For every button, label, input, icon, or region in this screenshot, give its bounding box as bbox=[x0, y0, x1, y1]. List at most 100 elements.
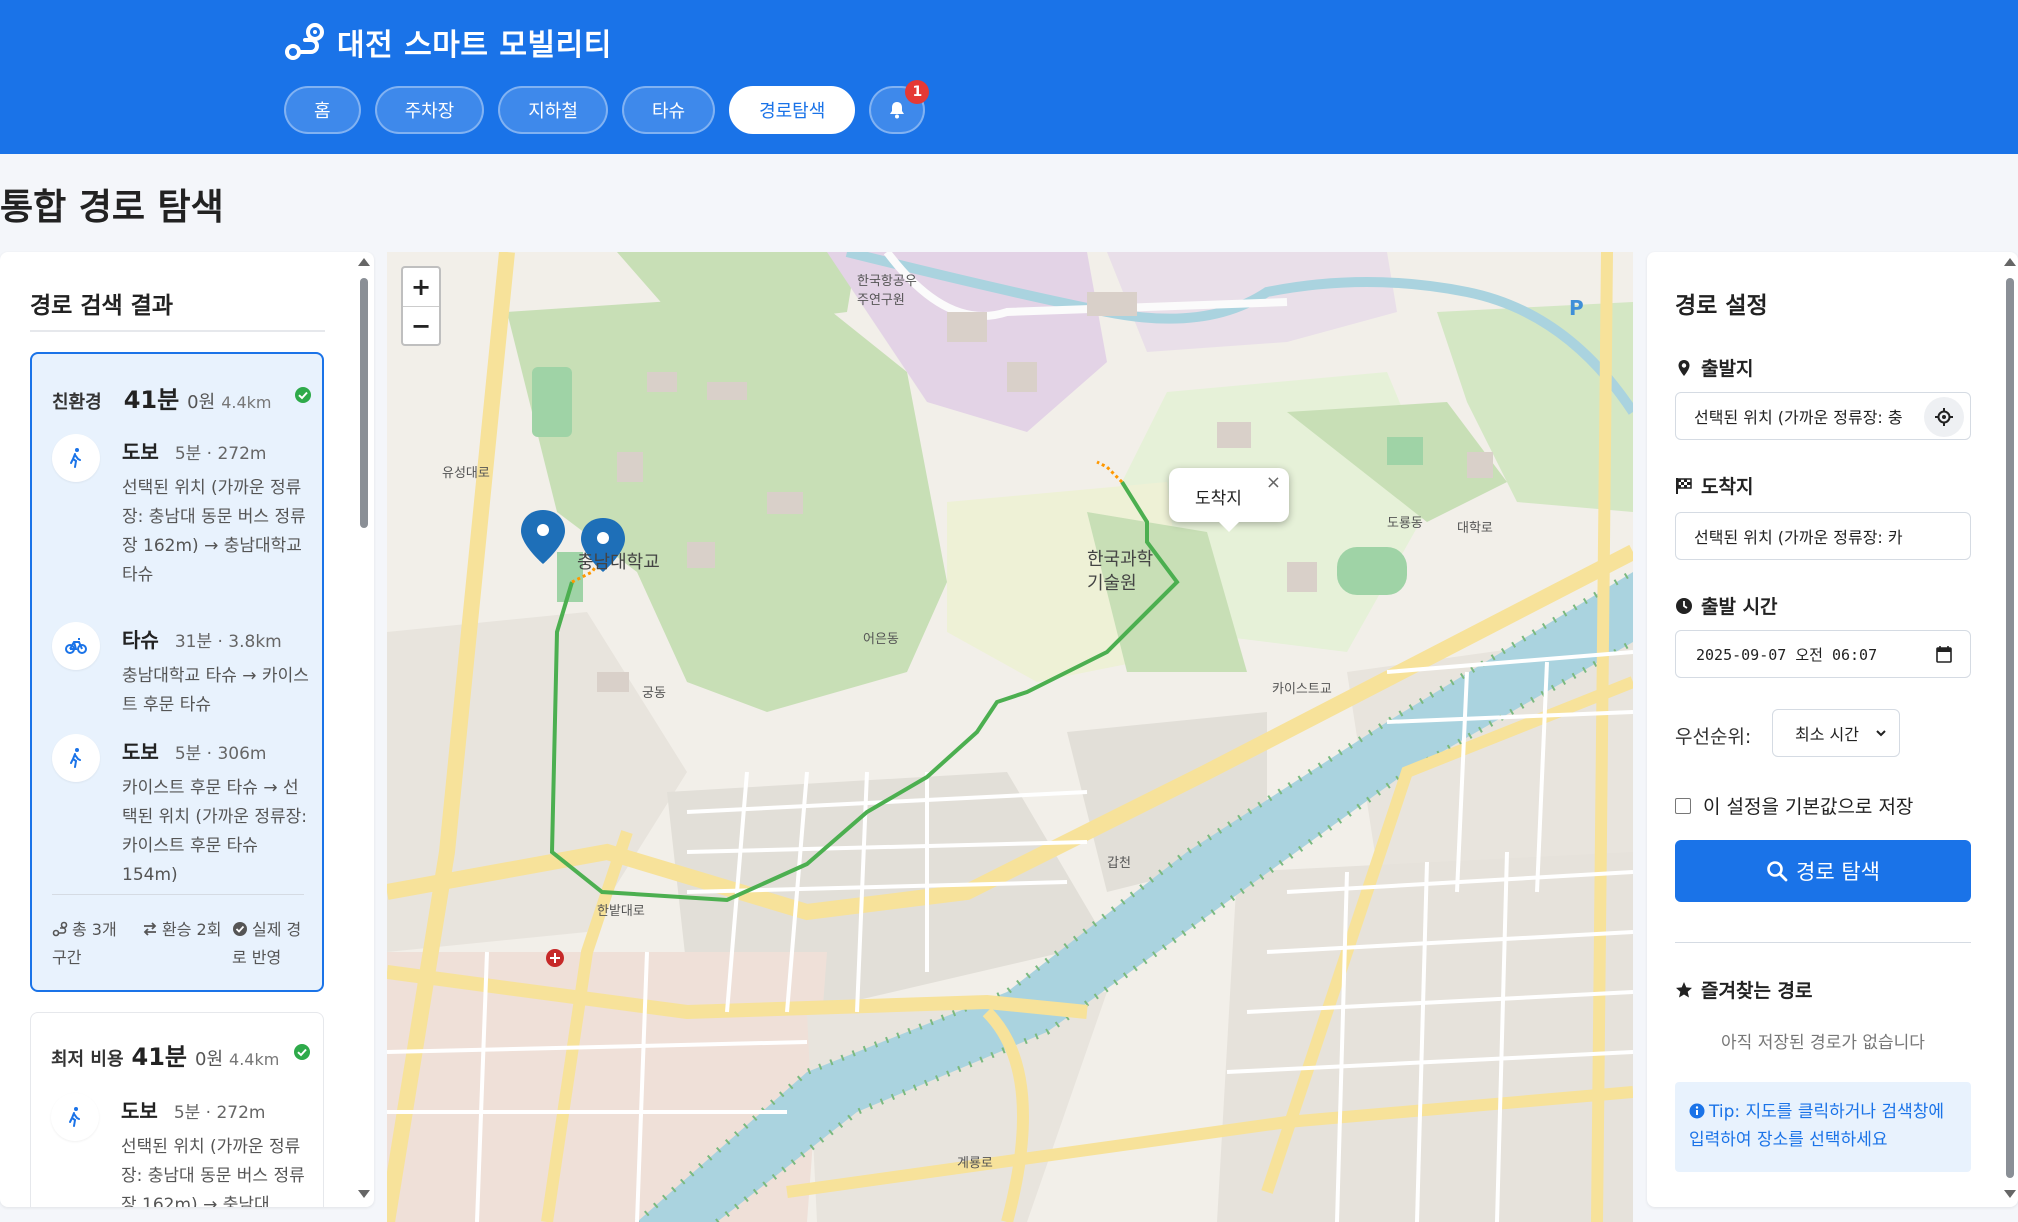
route-summary: 총 3개 구간 환승 2회 실제 경로 반영 bbox=[52, 916, 312, 972]
scroll-down-arrow[interactable] bbox=[358, 1190, 370, 1198]
destination-popup: 도착지 × bbox=[1169, 468, 1289, 532]
segment-count: 총 3개 구간 bbox=[52, 920, 117, 967]
route-cost: 0원 bbox=[195, 1049, 224, 1070]
route-time: 41분 bbox=[131, 1043, 187, 1071]
route-cost: 0원 bbox=[187, 392, 216, 413]
settings-title: 경로 설정 bbox=[1675, 293, 1768, 319]
settings-scrollbar[interactable] bbox=[2004, 258, 2016, 1198]
transfer-icon bbox=[143, 922, 157, 936]
route-segment: 도보 5분 · 272m 선택된 위치 (가까운 정류장: 충남대 동문 버스 … bbox=[51, 1093, 311, 1207]
bike-icon bbox=[52, 622, 100, 670]
brand[interactable]: 대전 스마트 모빌리티 bbox=[283, 20, 612, 64]
nav-home[interactable]: 홈 bbox=[284, 86, 361, 134]
scroll-up-arrow[interactable] bbox=[2004, 258, 2016, 266]
route-distance: 4.4km bbox=[221, 393, 272, 412]
route-segment: 타슈 31분 · 3.8km 충남대학교 타슈 → 카이스트 후문 타슈 bbox=[52, 622, 312, 715]
departure-time-input[interactable]: 2025-09-07 오전 06:07 bbox=[1675, 630, 1971, 678]
nav-subway[interactable]: 지하철 bbox=[498, 86, 608, 134]
segment-description: 선택된 위치 (가까운 정류장: 충남대 동문 버스 정류장 162m) → 충… bbox=[122, 478, 306, 585]
results-title: 경로 검색 결과 bbox=[30, 293, 173, 319]
check-circle-icon bbox=[233, 922, 247, 936]
scroll-down-arrow[interactable] bbox=[2004, 1190, 2016, 1198]
zoom-in-button[interactable]: + bbox=[403, 268, 439, 307]
priority-label: 우선순위: bbox=[1675, 726, 1752, 748]
route-card-lowest-cost[interactable]: 최저 비용 41분 0원 4.4km 도보 5분 · 272m 선택된 위치 (… bbox=[30, 1012, 324, 1207]
popup-tip bbox=[1219, 522, 1239, 532]
save-default-label: 이 설정을 기본값으로 저장 bbox=[1703, 796, 1914, 818]
map-label-gungdong: 궁동 bbox=[642, 686, 666, 701]
route-icon bbox=[52, 921, 68, 937]
origin-value: 선택된 위치 (가까운 정류장: 충 bbox=[1694, 408, 1903, 427]
map-label-cnu: 충남대학교 bbox=[577, 552, 660, 573]
zoom-out-button[interactable]: − bbox=[403, 307, 439, 345]
check-circle-icon bbox=[294, 1044, 310, 1060]
nav-route-search[interactable]: 경로탐색 bbox=[729, 86, 856, 134]
map-label-eoeun: 어은동 bbox=[863, 632, 899, 647]
popup-close-button[interactable]: × bbox=[1266, 472, 1281, 493]
route-type-label: 친환경 bbox=[52, 392, 102, 413]
map-label-daehak: 대학로 bbox=[1457, 521, 1493, 536]
departure-time-label: 출발 시간 bbox=[1675, 592, 1778, 619]
segment-mode: 도보 bbox=[121, 1099, 158, 1123]
route-results-panel: 경로 검색 결과 친환경 41분 0원 4.4km 도보 5분 · 272m 선… bbox=[0, 252, 374, 1207]
search-icon bbox=[1767, 861, 1788, 882]
route-time: 41분 bbox=[123, 386, 180, 414]
map-label-hanbat: 한밭대로 bbox=[597, 904, 645, 919]
segment-meta: 5분 · 272m bbox=[173, 1103, 266, 1123]
nav-parking[interactable]: 주차장 bbox=[374, 86, 485, 134]
walk-icon bbox=[52, 734, 100, 782]
scroll-thumb[interactable] bbox=[2006, 278, 2014, 1178]
route-logo-icon bbox=[285, 23, 324, 60]
tip-box: Tip: 지도를 클릭하거나 검색창에 입력하여 장소를 선택하세요 bbox=[1675, 1082, 1971, 1172]
origin-label: 출발지 bbox=[1675, 354, 1753, 381]
calendar-icon[interactable] bbox=[1936, 645, 1952, 663]
crosshair-icon bbox=[1935, 408, 1953, 426]
walk-icon bbox=[51, 1093, 99, 1141]
check-circle-icon bbox=[295, 387, 311, 403]
segment-mode: 도보 bbox=[122, 740, 159, 764]
map-label-doryong: 도룡동 bbox=[1387, 516, 1423, 531]
main-nav: 홈 주차장 지하철 타슈 경로탐색 1 bbox=[284, 80, 930, 134]
save-default-row[interactable]: 이 설정을 기본값으로 저장 bbox=[1675, 792, 1913, 819]
segment-mode: 도보 bbox=[122, 440, 159, 464]
segment-meta: 5분 · 272m bbox=[174, 444, 267, 464]
scroll-thumb[interactable] bbox=[360, 278, 368, 528]
current-location-button[interactable] bbox=[1924, 397, 1964, 437]
app-title: 대전 스마트 모빌리티 bbox=[337, 28, 612, 63]
save-default-checkbox[interactable] bbox=[1675, 797, 1691, 814]
route-type-label: 최저 비용 bbox=[51, 1049, 124, 1070]
app-header: 대전 스마트 모빌리티 홈 주차장 지하철 타슈 경로탐색 1 bbox=[0, 0, 2018, 154]
segment-description: 카이스트 후문 타슈 → 선택된 위치 (가까운 정류장: 카이스트 후문 타슈… bbox=[122, 778, 307, 885]
destination-input[interactable]: 선택된 위치 (가까운 정류장: 카 bbox=[1675, 512, 1971, 560]
divider bbox=[52, 894, 304, 895]
route-card-eco[interactable]: 친환경 41분 0원 4.4km 도보 5분 · 272m 선택된 위치 (가까… bbox=[30, 352, 324, 992]
nav-tashu[interactable]: 타슈 bbox=[621, 86, 716, 134]
favorites-empty-message: 아직 저장된 경로가 없습니다 bbox=[1721, 1033, 1925, 1053]
route-distance: 4.4km bbox=[229, 1050, 280, 1069]
star-icon bbox=[1676, 981, 1692, 997]
destination-label: 도착지 bbox=[1675, 472, 1753, 499]
route-search-button[interactable]: 경로 탐색 bbox=[1675, 840, 1971, 902]
map-label-gyeryong: 계룡로 bbox=[957, 1156, 993, 1171]
priority-value: 최소 시간 bbox=[1795, 725, 1859, 744]
notification-button[interactable]: 1 bbox=[869, 80, 930, 134]
route-settings-panel: 경로 설정 출발지 선택된 위치 (가까운 정류장: 충 도착지 선택된 위치 … bbox=[1647, 252, 2018, 1207]
favorites-title: 즐겨찾는 경로 bbox=[1675, 976, 1813, 1003]
origin-input[interactable]: 선택된 위치 (가까운 정류장: 충 bbox=[1675, 392, 1971, 440]
divider bbox=[30, 330, 325, 332]
info-icon bbox=[1689, 1103, 1705, 1119]
route-segment: 도보 5분 · 306m 카이스트 후문 타슈 → 선택된 위치 (가까운 정류… bbox=[52, 734, 312, 885]
bell-icon bbox=[890, 102, 905, 119]
popup-text: 도착지 bbox=[1195, 489, 1242, 509]
real-route-badge: 실제 경로 반영 bbox=[232, 920, 302, 967]
route-map[interactable]: P 충남대학교 한국과학기술원 어은동 카이스트교 갑천 궁동 한밭대로 대학로… bbox=[387, 252, 1633, 1222]
segment-meta: 31분 · 3.8km bbox=[174, 632, 282, 652]
svg-text:P: P bbox=[1569, 296, 1584, 320]
scroll-up-arrow[interactable] bbox=[358, 258, 370, 266]
results-scrollbar[interactable] bbox=[358, 258, 370, 1198]
segment-mode: 타슈 bbox=[122, 628, 159, 652]
clock-icon bbox=[1676, 597, 1692, 614]
map-label-gapcheon: 갑천 bbox=[1107, 856, 1131, 871]
priority-select[interactable]: 최소 시간 bbox=[1772, 709, 1900, 757]
segment-meta: 5분 · 306m bbox=[174, 744, 267, 764]
